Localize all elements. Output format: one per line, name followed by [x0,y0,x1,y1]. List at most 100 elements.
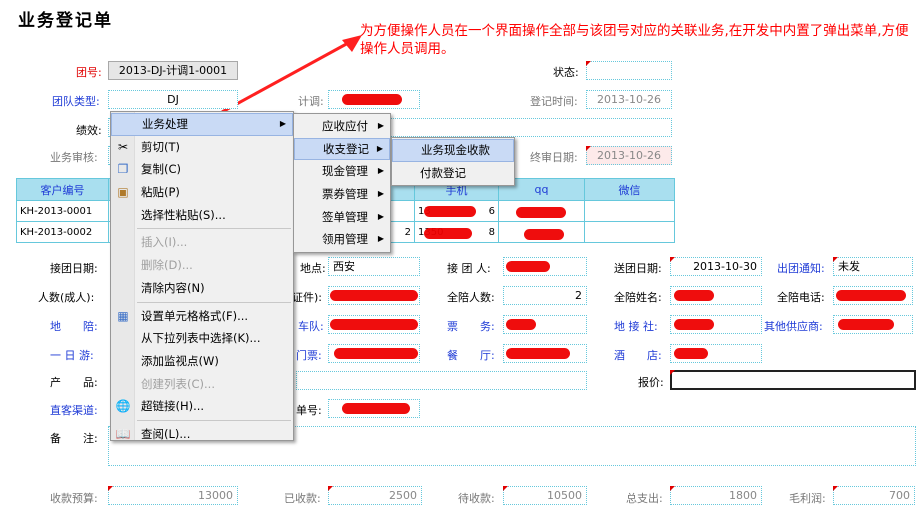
chutuan-field[interactable]: 未发 [833,257,913,276]
redaction-mark [524,229,564,240]
redaction-mark [342,94,402,105]
menu-item-pick-list[interactable]: 从下拉列表中选择(K)... [111,327,293,350]
gross-profit-field[interactable]: 700 [833,486,915,505]
agency-label: 地 接 社: [614,320,658,333]
performance-label: 绩效: [76,124,102,137]
meet-place-field[interactable]: 西安 [328,257,420,276]
product-field[interactable] [296,371,587,390]
songtuan-date-label: 送团日期: [614,262,662,275]
total-expense-label: 总支出: [626,492,663,505]
lookup-icon: 📖 [115,426,131,441]
scissors-icon: ✂ [117,139,129,154]
hyperlink-icon: 🌐 [115,399,131,414]
submenu-arrow-icon: ▶ [377,234,384,244]
submenu-item-sign-bill[interactable]: 签单管理 ▶ [294,206,390,229]
total-expense-field[interactable]: 1800 [670,486,762,505]
submenu-arrow-icon: ▶ [377,166,384,176]
copy-icon: ❐ [117,162,129,177]
menu-item-paste[interactable]: ▣ 粘贴(P) [111,181,293,204]
tuanhao-field[interactable]: 2013-DJ-计调1-0001 [108,61,238,80]
redaction-mark [506,348,570,359]
col-header-wechat[interactable]: 微信 [584,178,675,201]
channel-label: 直客渠道: [50,404,98,417]
submenu-arrow-icon: ▶ [377,121,384,130]
final-review-label: 终审日期: [530,151,578,164]
redaction-mark [516,207,566,218]
gate-ticket-label: 门票: [296,349,322,362]
paste-icon: ▣ [117,185,129,200]
jidiao-label: 计调: [298,95,324,108]
status-label: 状态: [553,66,579,79]
pending-label: 待收款: [458,492,495,505]
menu-item-cut[interactable]: ✂ 剪切(T) [111,136,293,159]
guide-count-label: 全陪人数: [447,291,495,304]
submenu-item-cash-receipt[interactable]: 业务现金收款 [392,139,514,162]
dijie-label: 地 陪: [50,320,98,333]
reg-time-label: 登记时间: [530,95,578,108]
cell-wechat[interactable] [584,200,675,222]
menu-item-hyperlink[interactable]: 🌐 超链接(H)... [111,395,293,418]
redaction-mark [838,319,894,330]
songtuan-date-field[interactable]: 2013-10-30 [670,257,762,276]
redaction-mark [674,319,714,330]
product-label: 产 品: [50,376,98,389]
other-supplier-label: 其他供应商: [764,320,823,333]
business-submenu: 应收应付 ▶ 收支登记 ▶ 现金管理 ▶ 票券管理 ▶ 签单管理 ▶ 领用管理 ▶ [293,113,391,253]
guide-count-field[interactable]: 2 [503,286,587,305]
format-cells-icon: ▦ [117,308,129,323]
quote-label: 报价: [638,376,664,389]
submenu-arrow-icon: ▶ [377,189,384,199]
menu-item-delete: 删除(D)... [141,258,193,273]
meet-place-label: 地点: [300,262,326,275]
redaction-mark [836,290,906,301]
redaction-mark [334,348,418,359]
menu-item-add-watch[interactable]: 添加监视点(W) [111,350,293,373]
redaction-mark [424,206,476,217]
menu-item-format-cells[interactable]: ▦ 设置单元格格式(F)... [111,305,293,328]
submenu-item-cash[interactable]: 现金管理 ▶ [294,160,390,183]
budget-field[interactable]: 13000 [108,486,238,505]
received-label: 已收款: [284,492,321,505]
redaction-mark [674,348,708,359]
restaurant-label: 餐 厅: [447,349,495,362]
cell-wechat[interactable] [584,221,675,243]
menu-item-lookup[interactable]: 📖 查阅(L)... [111,423,293,446]
quote-field[interactable] [670,370,916,390]
menu-item-business[interactable]: 业务处理 ▶ [111,113,293,136]
menu-item-clear[interactable]: 清除内容(N) [111,277,293,300]
team-type-field[interactable]: DJ [108,90,238,109]
hotel-label: 酒 店: [614,349,662,362]
col-header-customer-id[interactable]: 客户编号 [16,178,109,201]
tuanhao-label: 团号: [76,66,102,79]
status-field[interactable] [586,61,672,80]
submenu-item-usage[interactable]: 领用管理 ▶ [294,228,390,251]
gross-profit-label: 毛利润: [789,492,826,505]
redaction-mark [330,319,418,330]
ticket-label: 票 务: [447,320,495,333]
jietuan-date-label: 接团日期: [50,262,98,275]
submenu-item-income-register[interactable]: 收支登记 ▶ [294,137,390,161]
cell-customer-id[interactable]: KH-2013-0002 [16,221,109,243]
received-field[interactable]: 2500 [328,486,422,505]
menu-item-copy[interactable]: ❐ 复制(C) [111,158,293,181]
final-review-field[interactable]: 2013-10-26 [586,146,672,165]
submenu-item-receivable[interactable]: 应收应付 ▶ [294,115,390,138]
cell-customer-id[interactable]: KH-2013-0001 [16,200,109,222]
submenu-item-payment-register[interactable]: 付款登记 [392,162,514,185]
submenu-item-ticket[interactable]: 票券管理 ▶ [294,183,390,206]
id-label: 证件): [292,291,322,304]
pending-field[interactable]: 10500 [503,486,587,505]
redaction-mark [506,319,536,330]
biz-review-label: 业务审核: [50,151,98,164]
context-menu: 业务处理 ▶ ✂ 剪切(T) ❐ 复制(C) ▣ 粘贴(P) 选择性粘贴(S)... 插… [110,111,294,441]
income-submenu: 业务现金收款 付款登记 [391,137,515,186]
submenu-arrow-icon: ▶ [377,211,384,221]
redaction-mark [674,290,714,301]
chutuan-label: 出团通知: [777,262,825,275]
team-type-label: 团队类型: [52,95,100,108]
redaction-mark [506,261,550,272]
order-label: 单号: [296,404,322,417]
menu-item-paste-special[interactable]: 选择性粘贴(S)... [111,204,293,227]
reg-time-field[interactable]: 2013-10-26 [586,90,672,109]
car-label: 车队: [298,320,324,333]
